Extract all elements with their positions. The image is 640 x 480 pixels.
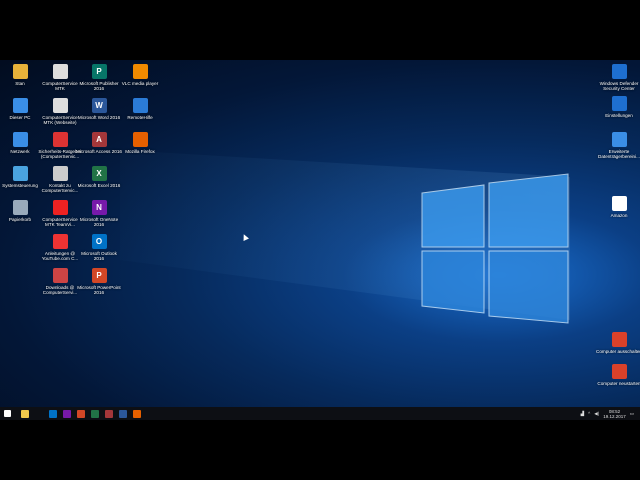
publisher-icon: P	[91, 64, 107, 79]
youtube-icon	[52, 234, 68, 249]
user-folder-icon	[12, 64, 28, 79]
taskbar-file-explorer[interactable]	[18, 407, 32, 420]
taskbar-outlook[interactable]	[46, 407, 60, 420]
desktop-icon[interactable]: Amazon	[596, 196, 640, 218]
clock-date: 19.12.2017	[603, 413, 626, 419]
desktop: Stan Dieser PC Netzwerk Systemsteuerung Papi…	[0, 60, 640, 407]
powerpoint-icon	[77, 409, 85, 418]
control-panel-icon	[12, 166, 28, 181]
desktop-icon[interactable]: P Microsoft Publisher 2016	[76, 64, 122, 91]
taskbar-powerpoint[interactable]	[74, 407, 88, 420]
volume-icon[interactable]: ◀)	[594, 411, 599, 417]
start-button-icon	[3, 410, 11, 417]
contact-icon	[52, 166, 68, 181]
desktop-icon-label: RemoteHilfe	[127, 115, 153, 120]
desktop-icon-label: Einstellungen	[605, 113, 633, 118]
desktop-icon[interactable]: X Microsoft Excel 2016	[76, 166, 122, 188]
onenote-icon: N	[91, 200, 107, 215]
desktop-icon-label: Amazon	[610, 213, 628, 218]
taskbar-access[interactable]	[102, 407, 116, 420]
desktop-icon-label: Erweiterte Datenträgerbereini...	[598, 149, 640, 160]
action-center-icon[interactable]: ▭	[630, 411, 634, 417]
amazon-icon	[611, 196, 627, 211]
taskbar: ▟ ^ ◀) 08:52 19.12.2017 ▭	[0, 407, 640, 420]
desktop-icon[interactable]: N Microsoft OneNote 2016	[76, 200, 122, 227]
desktop-icon-label: Microsoft Publisher 2016	[79, 81, 119, 92]
desktop-icon[interactable]: W Microsoft Word 2016	[76, 98, 122, 120]
web-shortcut-icon	[52, 98, 68, 113]
desktop-icon[interactable]: P Microsoft PowerPoint 2016	[76, 268, 122, 295]
pdf-icon	[52, 132, 68, 147]
desktop-icon-label: Microsoft PowerPoint 2016	[77, 285, 121, 296]
desktop-icon[interactable]: Computer neustarten	[596, 364, 640, 386]
notification-chevron-icon[interactable]: ^	[588, 411, 590, 416]
outlook-icon: O	[91, 234, 107, 249]
excel-icon	[91, 409, 99, 418]
desktop-icon-label: Microsoft Word 2016	[77, 115, 121, 120]
mouse-cursor	[241, 233, 249, 241]
file-explorer-icon	[21, 409, 29, 418]
taskbar-excel[interactable]	[88, 407, 102, 420]
desktop-icon[interactable]: Computer ausschalten	[596, 332, 640, 354]
desktop-icon[interactable]: Einstellungen	[596, 96, 640, 118]
firefox-icon	[132, 132, 148, 147]
taskbar-firefox[interactable]	[130, 407, 144, 420]
desktop-icon-label: Computer ausschalten	[596, 349, 640, 354]
restart-icon	[611, 364, 627, 379]
desktop-icon[interactable]: Windows Defender Security Center	[596, 64, 640, 91]
document-icon	[52, 64, 68, 79]
recycle-bin-icon	[12, 200, 28, 215]
outlook-icon	[49, 409, 57, 418]
desktop-icon[interactable]: VLC media player	[117, 64, 163, 86]
downloads-icon	[52, 268, 68, 283]
vlc-icon	[132, 64, 148, 79]
clock[interactable]: 08:52 19.12.2017	[603, 409, 626, 419]
settings-gear-icon	[611, 96, 627, 111]
firefox-icon	[133, 409, 141, 418]
power-off-icon	[611, 332, 627, 347]
desktop-icon[interactable]: RemoteHilfe	[117, 98, 163, 120]
defender-icon	[611, 64, 627, 79]
taskbar-word[interactable]	[116, 407, 130, 420]
taskbar-onenote[interactable]	[60, 407, 74, 420]
desktop-icon-label: Microsoft Outlook 2016	[81, 251, 117, 262]
access-icon	[105, 409, 113, 418]
network-icon[interactable]: ▟	[581, 411, 584, 417]
disk-cleanup-icon	[611, 132, 627, 147]
desktop-icon-label: Microsoft Excel 2016	[77, 183, 121, 188]
desktop-icon-label: Mozilla Firefox	[125, 149, 155, 154]
desktop-icon[interactable]: A Microsoft Access 2016	[76, 132, 122, 154]
desktop-icon-label: Microsoft Access 2016	[76, 149, 122, 154]
computer-icon	[12, 98, 28, 113]
red-cross-icon	[52, 200, 68, 215]
onenote-icon	[63, 409, 71, 418]
system-tray: ▟ ^ ◀) 08:52 19.12.2017 ▭	[581, 407, 634, 420]
network-icon	[12, 132, 28, 147]
word-icon	[119, 409, 127, 418]
desktop-icon[interactable]: Mozilla Firefox	[117, 132, 163, 154]
desktop-icon-label: Windows Defender Security Center	[599, 81, 639, 92]
word-icon: W	[91, 98, 107, 113]
taskbar-start-button[interactable]	[0, 407, 14, 420]
desktop-icon[interactable]: O Microsoft Outlook 2016	[76, 234, 122, 261]
desktop-icon-label: VLC media player	[121, 81, 159, 86]
excel-icon: X	[91, 166, 107, 181]
desktop-icon[interactable]: Erweiterte Datenträgerbereini...	[596, 132, 640, 159]
desktop-icon-label: Computer neustarten	[597, 381, 640, 386]
access-icon: A	[91, 132, 107, 147]
powerpoint-icon: P	[91, 268, 107, 283]
remote-help-icon	[132, 98, 148, 113]
desktop-icon-label: Microsoft OneNote 2016	[79, 217, 119, 228]
